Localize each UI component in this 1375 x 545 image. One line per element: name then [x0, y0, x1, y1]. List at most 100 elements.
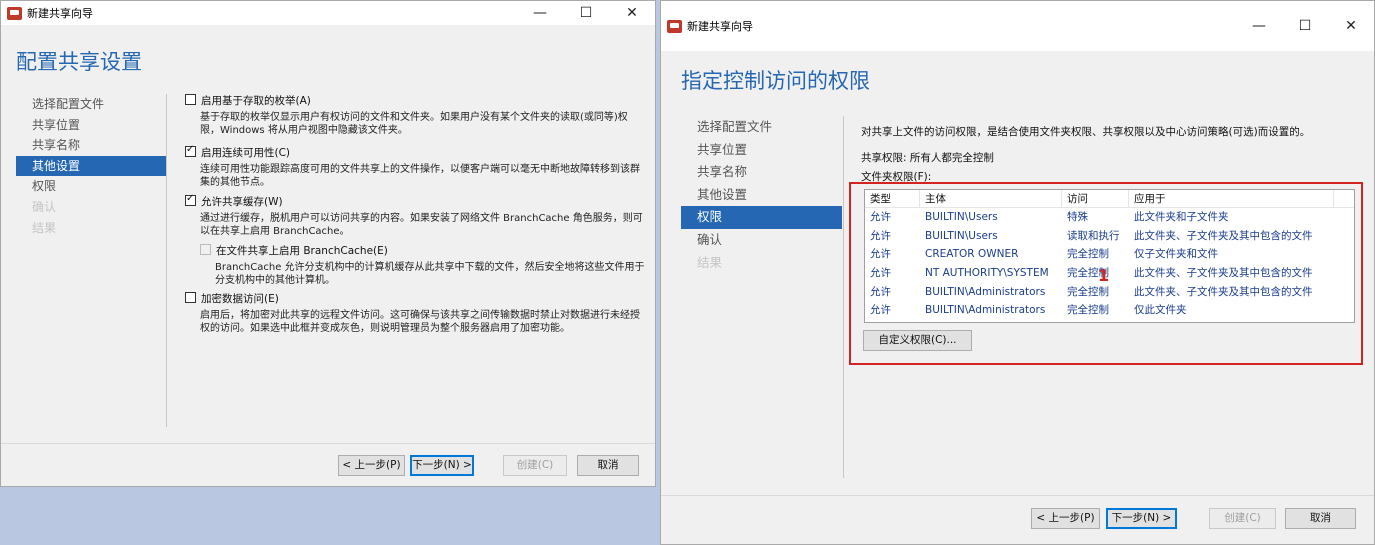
cancel-button[interactable]: 取消: [577, 455, 639, 476]
option-encrypt-data: 加密数据访问(E) 启用后，将加密对此共享的远程文件访问。这可确保与该共享之间传…: [185, 291, 645, 335]
step-select-profile[interactable]: 选择配置文件: [16, 94, 166, 115]
minimize-button[interactable]: —: [517, 1, 563, 25]
page-title: 指定控制访问的权限: [681, 69, 870, 93]
option-label: 启用连续可用性(C): [201, 147, 291, 159]
step-results: 结果: [697, 254, 723, 270]
cell-applies-to: 此文件夹、子文件夹及其中包含的文件: [1134, 285, 1313, 298]
maximize-button[interactable]: ☐: [1282, 1, 1328, 51]
wizard-steps: 选择配置文件 共享位置 共享名称 其他设置 权限 确认 结果: [681, 116, 842, 274]
table-row[interactable]: 允许 NT AUTHORITY\SYSTEM 完全控制 此文件夹、子文件夹及其中…: [865, 264, 1354, 283]
step-share-location[interactable]: 共享位置: [681, 139, 842, 162]
option-description: 连续可用性功能跟踪高度可用的文件共享上的文件操作，以便客户端可以毫无中断地故障转…: [200, 164, 640, 188]
cell-access: 特殊: [1067, 211, 1088, 223]
encrypt-data-checkbox[interactable]: [185, 292, 196, 303]
cell-applies-to: 此文件夹、子文件夹及其中包含的文件: [1134, 229, 1313, 242]
option-label: 允许共享缓存(W): [201, 196, 283, 208]
share-caching-checkbox[interactable]: [185, 193, 196, 206]
cell-principal: BUILTIN\Administrators: [925, 285, 1046, 298]
cancel-button[interactable]: 取消: [1285, 508, 1356, 529]
option-share-caching: 允许共享缓存(W) 通过进行缓存，脱机用户可以访问共享的内容。如果安装了网络文件…: [185, 193, 645, 238]
step-results: 结果: [32, 220, 57, 235]
prev-button[interactable]: < 上一步(P): [338, 455, 405, 476]
step-share-name[interactable]: 共享名称: [681, 161, 842, 184]
table-row[interactable]: 允许 BUILTIN\Users 特殊 此文件夹和子文件夹: [865, 208, 1354, 227]
step-share-name[interactable]: 共享名称: [16, 135, 166, 156]
close-button[interactable]: ✕: [609, 1, 655, 25]
branchcache-checkbox[interactable]: [200, 244, 211, 255]
custom-permissions-button[interactable]: 自定义权限(C)...: [863, 330, 972, 351]
footer-divider: [1, 443, 655, 444]
cell-principal: CREATOR OWNER: [925, 248, 1019, 261]
option-label: 启用基于存取的枚举(A): [201, 95, 311, 107]
cell-applies-to: 仅此文件夹: [1134, 304, 1187, 317]
cell-applies-to: 此文件夹和子文件夹: [1134, 211, 1229, 223]
share-wizard-icon: [667, 19, 682, 33]
create-button[interactable]: 创建(C): [1209, 508, 1276, 529]
table-row[interactable]: 允许 BUILTIN\Users 读取和执行 此文件夹、子文件夹及其中包含的文件: [865, 227, 1354, 246]
cell-type: 允许: [870, 304, 891, 317]
cell-access: 完全控制: [1067, 304, 1109, 317]
step-permissions[interactable]: 权限: [681, 206, 842, 229]
left-wizard-window: 新建共享向导 — ☐ ✕ 配置共享设置 选择配置文件 共享位置 共享名称 其他设…: [0, 0, 656, 487]
title-bar: 新建共享向导 — ☐ ✕: [1, 1, 655, 25]
maximize-button[interactable]: ☐: [563, 1, 609, 25]
option-label: 在文件共享上启用 BranchCache(E): [216, 245, 388, 257]
option-access-based-enum: 启用基于存取的枚举(A) 基于存取的枚举仅显示用户有权访问的文件和文件夹。如果用…: [185, 93, 645, 137]
option-branchcache: 在文件共享上启用 BranchCache(E) BranchCache 允许分支…: [200, 243, 645, 287]
step-confirm: 确认: [32, 199, 57, 214]
prev-button[interactable]: < 上一步(P): [1031, 508, 1100, 529]
cell-access: 完全控制: [1067, 248, 1109, 261]
wizard-steps: 选择配置文件 共享位置 共享名称 其他设置 权限 确认 结果: [16, 94, 166, 238]
column-header-access[interactable]: 访问: [1062, 190, 1129, 207]
cell-applies-to: 此文件夹、子文件夹及其中包含的文件: [1134, 267, 1313, 280]
title-bar: 新建共享向导 — ☐ ✕: [661, 1, 1374, 51]
cell-access: 完全控制: [1067, 285, 1109, 298]
page-title: 配置共享设置: [16, 50, 142, 74]
step-permissions[interactable]: 权限: [16, 176, 166, 197]
cell-access: 读取和执行: [1067, 229, 1120, 242]
column-header-applies-to[interactable]: 应用于: [1129, 190, 1334, 207]
nav-divider: [843, 116, 844, 478]
access-based-enum-checkbox[interactable]: [185, 94, 196, 105]
cell-type: 允许: [870, 211, 891, 223]
cell-principal: BUILTIN\Users: [925, 229, 998, 242]
column-header-type[interactable]: 类型: [865, 190, 920, 207]
continuous-availability-checkbox[interactable]: [185, 144, 196, 157]
annotation-marker: 1: [1098, 266, 1110, 285]
option-description: BranchCache 允许分支机构中的计算机缓存从此共享中下载的文件，然后安全…: [215, 262, 645, 286]
step-share-location[interactable]: 共享位置: [16, 115, 166, 136]
option-description: 启用后，将加密对此共享的远程文件访问。这可确保与该共享之间传输数据时禁止对数据进…: [200, 310, 640, 334]
table-row[interactable]: 允许 BUILTIN\Administrators 完全控制 仅此文件夹: [865, 301, 1354, 320]
step-select-profile[interactable]: 选择配置文件: [681, 116, 842, 139]
cell-type: 允许: [870, 285, 891, 298]
cell-type: 允许: [870, 248, 891, 261]
minimize-button[interactable]: —: [1236, 1, 1282, 51]
step-other-settings[interactable]: 其他设置: [681, 184, 842, 207]
step-other-settings[interactable]: 其他设置: [16, 155, 166, 177]
cell-principal: NT AUTHORITY\SYSTEM: [925, 267, 1049, 280]
next-button[interactable]: 下一步(N) >: [410, 455, 474, 476]
step-confirm[interactable]: 确认: [681, 229, 842, 252]
cell-type: 允许: [870, 267, 891, 280]
share-permission-text: 共享权限: 所有人都完全控制: [861, 152, 994, 164]
next-button[interactable]: 下一步(N) >: [1106, 508, 1177, 529]
cell-type: 允许: [870, 229, 891, 242]
permissions-table[interactable]: 类型 主体 访问 应用于 允许 BUILTIN\Users 特殊 此文件夹和子文…: [864, 189, 1355, 323]
option-description: 通过进行缓存，脱机用户可以访问共享的内容。如果安装了网络文件 BranchCac…: [200, 213, 643, 237]
share-wizard-icon: [7, 6, 22, 20]
footer-divider: [661, 495, 1374, 496]
window-title: 新建共享向导: [27, 7, 93, 20]
option-description: 基于存取的枚举仅显示用户有权访问的文件和文件夹。如果用户没有某个文件夹的读取(或…: [200, 112, 628, 136]
nav-divider: [166, 94, 167, 427]
cell-principal: BUILTIN\Users: [925, 211, 998, 223]
column-header-principal[interactable]: 主体: [920, 190, 1062, 207]
table-row[interactable]: 允许 BUILTIN\Administrators 完全控制 此文件夹、子文件夹…: [865, 283, 1354, 302]
close-button[interactable]: ✕: [1328, 1, 1374, 51]
cell-access: 完全控制: [1067, 267, 1109, 280]
cell-principal: BUILTIN\Administrators: [925, 304, 1046, 317]
table-row[interactable]: 允许 CREATOR OWNER 完全控制 仅子文件夹和文件: [865, 245, 1354, 264]
window-title: 新建共享向导: [687, 20, 753, 33]
right-wizard-window: 新建共享向导 — ☐ ✕ 指定控制访问的权限 选择配置文件 共享位置 共享名称 …: [660, 0, 1375, 545]
permissions-intro-text: 对共享上文件的访问权限，是结合使用文件夹权限、共享权限以及中心访问策略(可选)而…: [861, 126, 1311, 138]
create-button[interactable]: 创建(C): [503, 455, 567, 476]
